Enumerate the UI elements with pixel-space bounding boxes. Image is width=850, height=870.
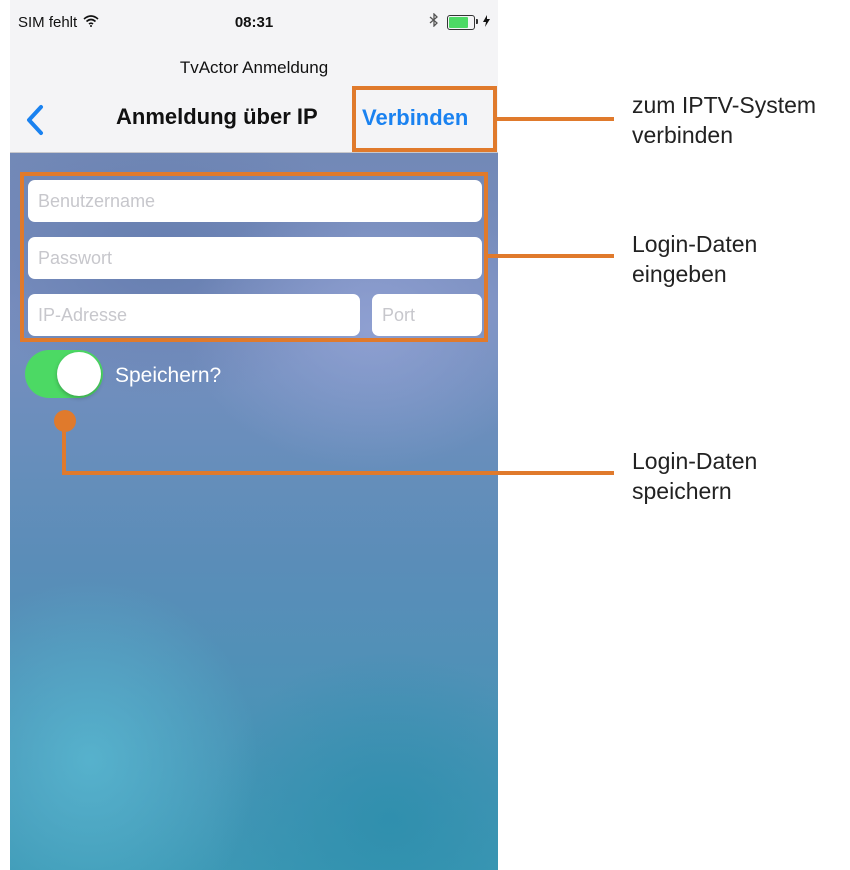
bluetooth-icon [429,12,439,31]
save-annotation-line2: speichern [632,478,732,504]
save-label: Speichern? [115,364,222,387]
page-title: Anmeldung über IP [116,104,318,129]
connect-annotation-line2: verbinden [632,122,734,148]
login-annotation: Login-Daten eingeben [632,229,757,289]
login-callout-line [488,254,614,258]
connect-callout-line [497,117,614,121]
save-annotation: Login-Daten speichern [632,446,757,506]
login-annotation-line2: eingeben [632,261,727,287]
chevron-left-icon[interactable] [24,104,46,136]
app-subtitle: TvActor Anmeldung [179,58,329,77]
save-toggle[interactable] [25,350,103,398]
charging-icon [483,14,490,31]
status-bar: SIM fehlt 08:31 [10,0,498,40]
login-annotation-line1: Login-Daten [632,231,758,257]
clock: 08:31 [234,14,274,31]
login-fields-highlight [20,172,488,342]
connect-annotation-line1: zum IPTV-System [632,92,817,118]
battery-level [449,16,469,28]
save-callout-line-horizontal [62,471,614,475]
connect-annotation: zum IPTV-System verbinden [632,90,816,150]
toggle-knob [57,352,101,396]
save-callout-line-vertical [62,421,66,475]
battery-icon [447,14,478,30]
save-annotation-line1: Login-Daten [632,448,758,474]
connect-highlight [352,86,497,152]
status-icons [429,12,490,31]
